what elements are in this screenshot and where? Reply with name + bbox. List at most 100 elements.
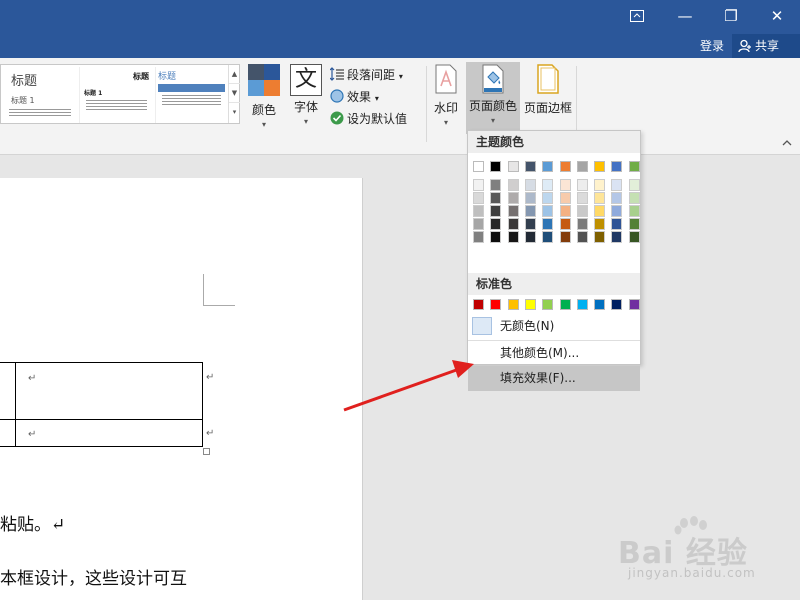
theme-shade-swatch[interactable] xyxy=(524,179,536,191)
share-button[interactable]: 共享 xyxy=(732,34,800,58)
theme-shade-swatch[interactable] xyxy=(611,192,623,204)
theme-shade-swatch[interactable] xyxy=(524,205,536,217)
theme-shade-swatch[interactable] xyxy=(594,231,606,243)
theme-shade-swatch[interactable] xyxy=(559,179,571,191)
theme-shade-swatch[interactable] xyxy=(576,231,588,243)
set-as-default-button[interactable]: 设为默认值 xyxy=(330,108,426,130)
standard-color-swatch[interactable] xyxy=(559,299,571,310)
theme-color-swatch[interactable] xyxy=(524,161,536,172)
page-borders-button[interactable]: 页面边框 xyxy=(522,64,574,116)
gallery-more[interactable]: ▾ xyxy=(229,103,240,122)
theme-shade-swatch[interactable] xyxy=(473,218,484,230)
theme-shade-swatch[interactable] xyxy=(473,205,484,217)
theme-shade-swatch[interactable] xyxy=(611,231,623,243)
theme-shade-swatch[interactable] xyxy=(576,192,588,204)
theme-shade-swatch[interactable] xyxy=(507,192,519,204)
style-thumb-blue[interactable]: 标题 xyxy=(155,67,227,123)
theme-shade-swatch[interactable] xyxy=(507,205,519,217)
ribbon-display-options-button[interactable] xyxy=(614,0,660,32)
standard-color-swatch[interactable] xyxy=(611,299,623,310)
theme-shade-swatch[interactable] xyxy=(628,205,640,217)
theme-shade-swatch[interactable] xyxy=(542,205,554,217)
theme-shade-swatch[interactable] xyxy=(524,231,536,243)
document-text-line[interactable]: 粘贴。↵ xyxy=(0,510,65,535)
fonts-button[interactable]: 文 字体 ▾ xyxy=(286,64,326,126)
theme-shade-swatch[interactable] xyxy=(594,179,606,191)
theme-shade-swatch[interactable] xyxy=(576,179,588,191)
collapse-ribbon-button[interactable] xyxy=(782,138,792,149)
standard-color-swatch[interactable] xyxy=(490,299,502,310)
effects-button[interactable]: 效果 ▾ xyxy=(330,86,426,108)
theme-shade-swatch[interactable] xyxy=(628,192,640,204)
theme-shade-swatch[interactable] xyxy=(611,205,623,217)
standard-color-swatch[interactable] xyxy=(576,299,588,310)
theme-shade-swatch[interactable] xyxy=(507,218,519,230)
theme-color-swatch[interactable] xyxy=(559,161,571,172)
theme-shade-swatch[interactable] xyxy=(576,218,588,230)
theme-shade-swatch[interactable] xyxy=(559,205,571,217)
theme-shade-swatch[interactable] xyxy=(594,205,606,217)
theme-shade-swatch[interactable] xyxy=(473,231,484,243)
theme-shade-swatch[interactable] xyxy=(524,192,536,204)
page-color-button[interactable]: 页面颜色 ▾ xyxy=(466,62,520,134)
document-page[interactable]: ↵ ↵ ↵ ↵ 粘贴。↵ 本框设计，这些设计可互 xyxy=(0,178,363,600)
fill-effects-option[interactable]: 填充效果(F)... xyxy=(468,366,640,391)
table-resize-handle[interactable] xyxy=(203,448,210,455)
standard-color-swatch[interactable] xyxy=(507,299,519,310)
theme-shade-swatch[interactable] xyxy=(576,205,588,217)
theme-shade-swatch[interactable] xyxy=(594,218,606,230)
theme-shade-swatch[interactable] xyxy=(473,192,484,204)
theme-shade-swatch[interactable] xyxy=(611,218,623,230)
standard-color-swatch[interactable] xyxy=(524,299,536,310)
theme-shade-swatch[interactable] xyxy=(559,192,571,204)
theme-shade-swatch[interactable] xyxy=(542,218,554,230)
theme-shade-swatch[interactable] xyxy=(559,218,571,230)
standard-color-swatch[interactable] xyxy=(473,299,484,310)
colors-button[interactable]: 颜色 ▾ xyxy=(246,64,282,129)
theme-shade-swatch[interactable] xyxy=(542,192,554,204)
standard-color-swatch[interactable] xyxy=(594,299,606,310)
paragraph-spacing-button[interactable]: 段落间距 ▾ xyxy=(330,64,426,86)
gallery-scrollbar[interactable]: ▲ ▼ ▾ xyxy=(228,65,240,123)
theme-shade-swatch[interactable] xyxy=(473,179,484,191)
theme-shade-swatch[interactable] xyxy=(507,179,519,191)
standard-color-swatch[interactable] xyxy=(542,299,554,310)
theme-color-swatch[interactable] xyxy=(576,161,588,172)
style-thumb-title[interactable]: 标题 标题 1 xyxy=(3,67,77,123)
theme-shade-swatch[interactable] xyxy=(559,231,571,243)
watermark-button[interactable]: 水印 ▾ xyxy=(430,64,462,127)
theme-color-swatch[interactable] xyxy=(611,161,623,172)
minimize-button[interactable]: — xyxy=(662,0,708,32)
maximize-button[interactable]: ❐ xyxy=(708,0,754,32)
gallery-scroll-up[interactable]: ▲ xyxy=(229,65,240,84)
theme-shade-swatch[interactable] xyxy=(490,218,502,230)
theme-shade-swatch[interactable] xyxy=(594,192,606,204)
standard-color-swatch[interactable] xyxy=(628,299,640,310)
theme-shade-swatch[interactable] xyxy=(524,218,536,230)
theme-shade-swatch[interactable] xyxy=(611,179,623,191)
style-thumb-basic[interactable]: 标题 标题 1 xyxy=(79,67,153,123)
document-text-line[interactable]: 本框设计，这些设计可互 xyxy=(0,564,187,589)
theme-shade-swatch[interactable] xyxy=(490,205,502,217)
theme-shade-swatch[interactable] xyxy=(490,179,502,191)
theme-color-swatch[interactable] xyxy=(594,161,606,172)
gallery-scroll-down[interactable]: ▼ xyxy=(229,84,240,103)
theme-color-swatch[interactable] xyxy=(507,161,519,172)
theme-shade-swatch[interactable] xyxy=(507,231,519,243)
no-color-option[interactable]: 无颜色(N) xyxy=(468,315,640,337)
theme-color-swatch[interactable] xyxy=(473,161,484,172)
signin-link[interactable]: 登录 xyxy=(700,37,724,54)
document-table[interactable]: ↵ ↵ xyxy=(0,362,203,447)
theme-shade-swatch[interactable] xyxy=(542,179,554,191)
theme-shade-swatch[interactable] xyxy=(490,231,502,243)
theme-shade-swatch[interactable] xyxy=(628,231,640,243)
theme-color-swatch[interactable] xyxy=(628,161,640,172)
more-colors-option[interactable]: 其他颜色(M)... xyxy=(468,341,640,366)
theme-color-swatch[interactable] xyxy=(490,161,502,172)
theme-color-swatch[interactable] xyxy=(542,161,554,172)
theme-shade-swatch[interactable] xyxy=(628,218,640,230)
theme-shade-swatch[interactable] xyxy=(490,192,502,204)
theme-shade-swatch[interactable] xyxy=(628,179,640,191)
theme-shade-swatch[interactable] xyxy=(542,231,554,243)
close-button[interactable]: ✕ xyxy=(754,0,800,32)
